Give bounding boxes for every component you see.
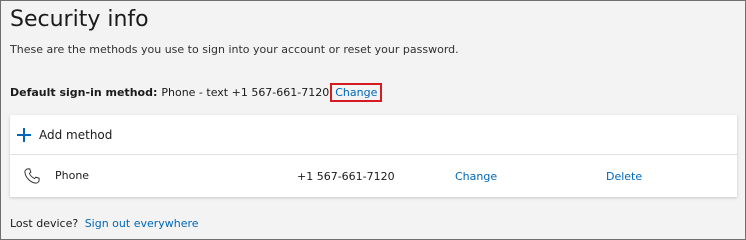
plus-icon — [17, 128, 31, 142]
add-method-button[interactable]: Add method — [17, 123, 112, 147]
method-row-phone: Phone +1 567-661-7120 Change Delete — [10, 155, 737, 197]
method-name: Phone — [55, 169, 90, 182]
lost-device-row: Lost device? Sign out everywhere — [10, 217, 199, 230]
page-title: Security info — [10, 7, 149, 32]
security-info-page: Security info These are the methods you … — [0, 0, 746, 240]
phone-icon — [24, 168, 40, 184]
method-change-link[interactable]: Change — [455, 170, 497, 183]
default-method-change-link[interactable]: Change — [330, 83, 383, 102]
methods-card: Add method Phone +1 567-661-7120 Change … — [10, 115, 737, 197]
sign-out-everywhere-link[interactable]: Sign out everywhere — [85, 217, 199, 230]
default-sign-in-method-row: Default sign-in method: Phone - text +1 … — [10, 83, 383, 102]
method-phone-number: +1 567-661-7120 — [297, 170, 395, 183]
method-delete-link[interactable]: Delete — [606, 170, 642, 183]
lost-device-label: Lost device? — [10, 217, 79, 230]
add-method-label: Add method — [39, 128, 113, 142]
default-method-value: Phone - text +1 567-661-7120 — [161, 86, 330, 99]
default-method-label: Default sign-in method: — [10, 86, 158, 99]
page-subtitle: These are the methods you use to sign in… — [10, 43, 459, 56]
